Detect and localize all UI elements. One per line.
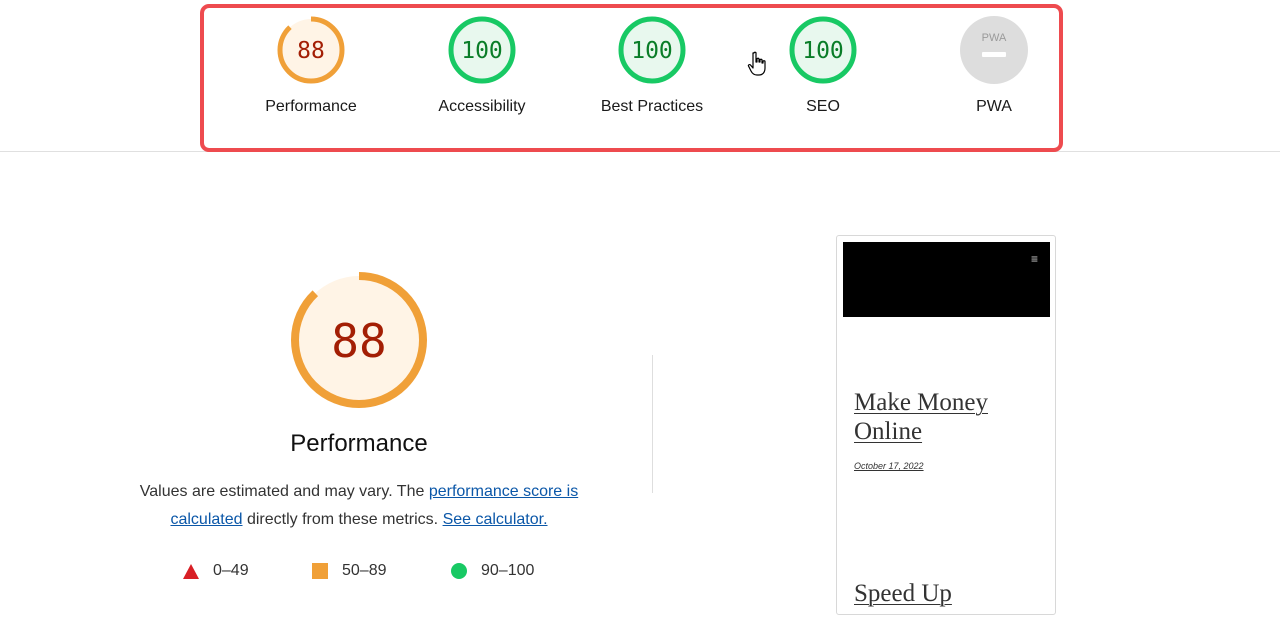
gauge-circle: 100	[618, 16, 686, 84]
gauge-accessibility[interactable]: 100 Accessibility	[407, 14, 557, 134]
thumbnail-header-bar: ≡	[843, 242, 1050, 317]
pwa-badge-text: PWA	[982, 32, 1007, 44]
performance-section: 88 Performance Values are estimated and …	[100, 270, 618, 534]
thumbnail-post-date: October 17, 2022	[854, 461, 924, 471]
hamburger-icon: ≡	[1030, 252, 1038, 266]
gauge-label: Performance	[265, 98, 357, 115]
circle-icon	[451, 563, 467, 579]
gauge-score: 100	[802, 38, 844, 64]
gauge-seo[interactable]: 100 SEO	[748, 14, 898, 134]
gauge-label: Accessibility	[438, 98, 526, 115]
gauge-best-practices[interactable]: 100 Best Practices	[577, 14, 727, 134]
performance-description: Values are estimated and may vary. The p…	[109, 478, 609, 534]
page-screenshot-thumbnail[interactable]: ≡ Make Money Online October 17, 2022 Spe…	[836, 235, 1056, 615]
square-icon	[312, 563, 328, 579]
legend-item-pass: 90–100	[451, 560, 534, 582]
gauge-label: PWA	[976, 98, 1012, 115]
thumbnail-next-title: Speed Up	[854, 580, 952, 607]
gauge-score: 100	[461, 38, 503, 64]
gauge-label: SEO	[806, 98, 840, 115]
score-header: 88 Performance 100 Accessibility 100 Bes…	[0, 0, 1280, 152]
gauge-score: 100	[631, 38, 673, 64]
see-calculator-link[interactable]: See calculator.	[443, 511, 548, 528]
legend-range: 0–49	[213, 562, 249, 579]
gauge-circle: 100	[789, 16, 857, 84]
gauge-performance[interactable]: 88 Performance	[236, 14, 386, 134]
vertical-divider	[652, 355, 653, 493]
performance-gauge: 88	[291, 272, 427, 408]
legend-range: 90–100	[481, 562, 535, 579]
legend-item-fail: 0–49	[183, 560, 249, 582]
thumbnail-post-title: Make Money Online	[854, 389, 988, 445]
legend-item-average: 50–89	[312, 560, 387, 582]
performance-title: Performance	[290, 430, 428, 457]
gauge-pwa[interactable]: PWA PWA	[919, 14, 1069, 134]
hand-cursor-icon	[747, 51, 766, 76]
desc-text: directly from these metrics.	[242, 511, 443, 528]
gauge-label: Best Practices	[600, 98, 704, 115]
performance-score: 88	[331, 314, 386, 368]
triangle-icon	[183, 563, 199, 579]
gauge-score: 88	[297, 38, 325, 64]
desc-text: Values are estimated and may vary. The	[139, 483, 429, 500]
gauge-circle: 100	[448, 16, 516, 84]
legend-range: 50–89	[342, 562, 387, 579]
pwa-badge-icon: PWA	[960, 16, 1028, 84]
gauge-circle: 88	[277, 16, 345, 84]
